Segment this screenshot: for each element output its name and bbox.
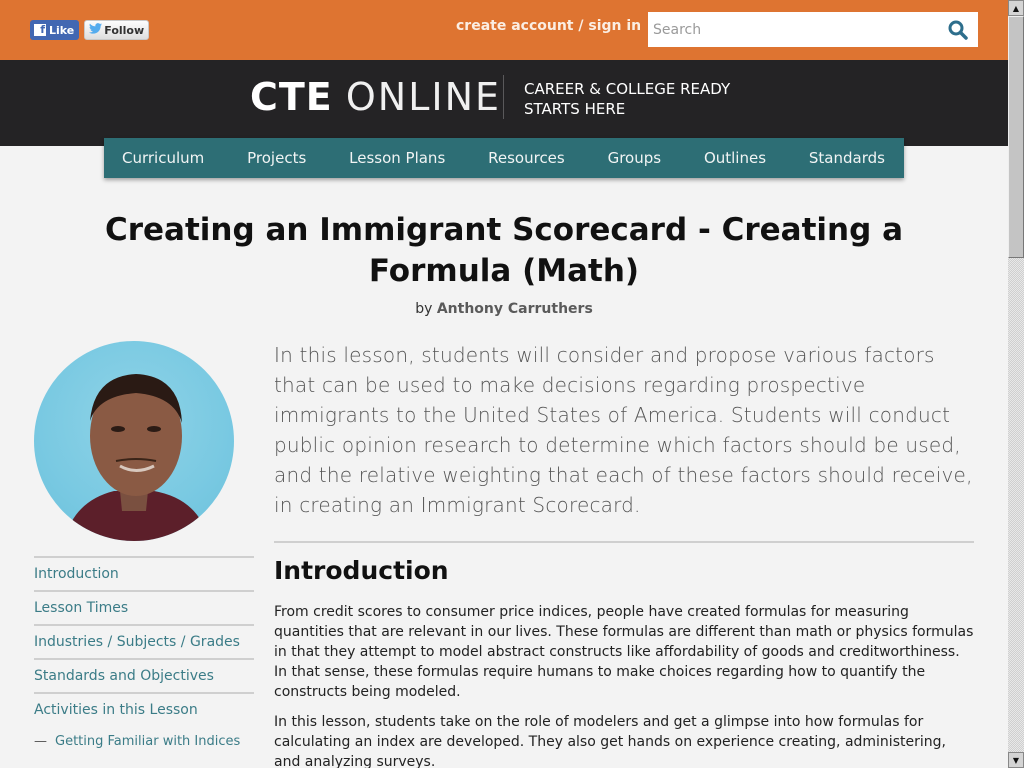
intro-paragraph-2: In this lesson, students take on the rol… (274, 714, 946, 768)
nav-groups[interactable]: Groups (608, 149, 661, 167)
site-logo[interactable]: CTE ONLINE (250, 75, 501, 119)
sidebar-item-industries-subjects-grades[interactable]: Industries / Subjects / Grades (34, 624, 254, 658)
nav-resources[interactable]: Resources (488, 149, 565, 167)
logo-thin-text: ONLINE (345, 75, 502, 119)
sidebar-item-standards-objectives[interactable]: Standards and Objectives (34, 658, 254, 692)
section-divider (274, 541, 974, 543)
create-account-sign-in-link[interactable]: create account / sign in (456, 18, 641, 34)
lesson-sidebar: Introduction Lesson Times Industries / S… (34, 556, 254, 760)
sidebar-item-introduction[interactable]: Introduction (34, 556, 254, 590)
tagline-line-2: STARTS HERE (524, 100, 626, 118)
social-buttons: f Like Follow (30, 20, 150, 40)
by-label: by (415, 301, 433, 317)
lesson-summary: In this lesson, students will consider a… (274, 343, 973, 517)
logo-bold-text: CTE (250, 75, 333, 119)
sidebar-subitem-getting-familiar[interactable]: — Getting Familiar with Indices (34, 726, 254, 760)
byline: by Anthony Carruthers (0, 301, 1008, 317)
search-box (648, 12, 978, 47)
sidebar-item-lesson-times[interactable]: Lesson Times (34, 590, 254, 624)
facebook-icon: f (34, 24, 46, 36)
nav-curriculum[interactable]: Curriculum (122, 149, 204, 167)
nav-projects[interactable]: Projects (247, 149, 306, 167)
facebook-like-label: Like (49, 23, 75, 37)
sidebar-subitem-label: Getting Familiar with Indices (55, 734, 241, 749)
main-nav: Curriculum Projects Lesson Plans Resourc… (104, 138, 904, 178)
scroll-down-arrow-icon[interactable]: ▼ (1008, 752, 1024, 768)
nav-outlines[interactable]: Outlines (704, 149, 766, 167)
sidebar-item-activities[interactable]: Activities in this Lesson (34, 692, 254, 726)
scroll-up-arrow-icon[interactable]: ▲ (1008, 0, 1024, 16)
intro-paragraph-1: From credit scores to consumer price ind… (274, 604, 974, 700)
search-input[interactable] (648, 12, 938, 47)
site-header: CTE ONLINE CAREER & COLLEGE READY STARTS… (0, 60, 1008, 146)
dash-icon: — (34, 734, 47, 749)
author-avatar (34, 341, 234, 541)
author-link[interactable]: Anthony Carruthers (437, 301, 593, 317)
page: f Like Follow create account / sign in C… (0, 0, 1008, 768)
twitter-follow-button[interactable]: Follow (84, 20, 150, 40)
logo-divider (503, 75, 504, 119)
page-title: Creating an Immigrant Scorecard - Creati… (104, 212, 904, 289)
nav-standards[interactable]: Standards (809, 149, 885, 167)
author-photo (64, 374, 209, 541)
twitter-follow-label: Follow (104, 23, 145, 37)
tagline-line-1: CAREER & COLLEGE READY (524, 80, 731, 98)
nav-lesson-plans[interactable]: Lesson Plans (349, 149, 445, 167)
vertical-scrollbar[interactable]: ▲ ▼ (1008, 0, 1024, 768)
top-bar: f Like Follow create account / sign in (0, 0, 1008, 60)
search-icon[interactable] (948, 20, 968, 40)
twitter-bird-icon (89, 23, 103, 37)
section-heading-introduction: Introduction (274, 556, 449, 585)
tagline: CAREER & COLLEGE READY STARTS HERE (524, 79, 730, 119)
facebook-like-button[interactable]: f Like (30, 20, 80, 40)
scrollbar-thumb[interactable] (1008, 16, 1024, 258)
